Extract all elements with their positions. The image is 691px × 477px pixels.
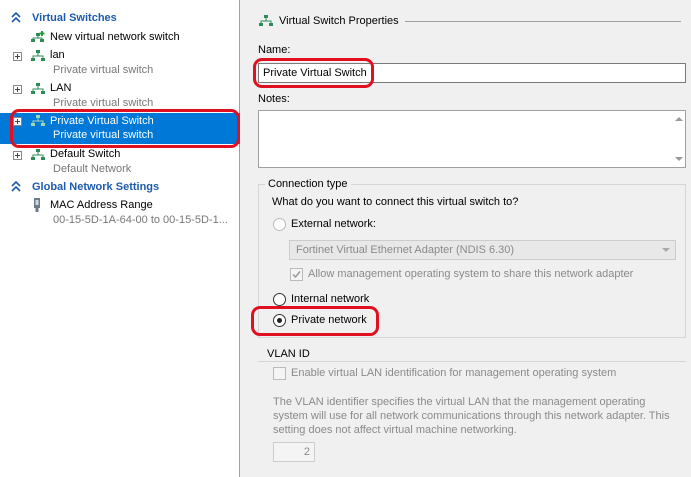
expand-icon[interactable] [13, 151, 22, 160]
tree-item-label: New virtual network switch [50, 31, 180, 43]
network-switch-icon [31, 149, 45, 160]
tree-item-lan[interactable]: lan Private virtual switch [0, 47, 240, 79]
allow-management-label[interactable]: Allow management operating system to sha… [308, 268, 633, 280]
external-network-radio[interactable] [273, 218, 286, 231]
tree-item-sublabel: Private virtual switch [53, 64, 154, 76]
tree-item-label: Private Virtual Switch [50, 115, 154, 127]
name-label: Name: [258, 44, 291, 56]
connection-question: What do you want to connect this virtual… [272, 196, 519, 208]
page-title: Virtual Switch Properties [279, 15, 399, 27]
tree-item-sublabel: Default Network [53, 163, 132, 175]
network-switch-icon [31, 115, 45, 126]
collapse-chevron-icon[interactable] [11, 180, 21, 194]
network-adapter-icon [34, 198, 40, 212]
expand-icon[interactable] [13, 52, 22, 61]
divider [405, 21, 681, 22]
chevron-down-icon [662, 248, 670, 252]
allow-management-checkbox[interactable] [290, 268, 303, 281]
radio-selected-dot [277, 318, 282, 323]
navigation-tree: Virtual Switches New virtual network swi… [0, 0, 240, 477]
group-title: Connection type [265, 178, 351, 190]
tree-item-sublabel: Private virtual switch [53, 129, 154, 141]
tree-item-label: lan [50, 49, 65, 61]
tree-item-private-virtual-switch[interactable]: Private Virtual Switch Private virtual s… [0, 113, 240, 144]
tree-item-sublabel: Private virtual switch [53, 97, 154, 109]
virtual-switches-header[interactable]: Virtual Switches [0, 10, 240, 27]
enable-vlan-label[interactable]: Enable virtual LAN identification for ma… [291, 367, 616, 379]
private-network-radio[interactable] [273, 314, 286, 327]
name-field[interactable]: Private Virtual Switch [258, 63, 686, 83]
vlan-description: The VLAN identifier specifies the virtua… [273, 396, 670, 436]
notes-field[interactable] [258, 110, 686, 168]
tree-item-new-switch[interactable]: New virtual network switch [0, 29, 240, 46]
tree-item-default-switch[interactable]: Default Switch Default Network [0, 146, 240, 178]
expand-icon[interactable] [13, 85, 22, 94]
tree-item-LAN[interactable]: LAN Private virtual switch [0, 80, 240, 112]
group-title: VLAN ID [267, 348, 310, 360]
collapse-chevron-icon[interactable] [11, 11, 21, 25]
network-switch-icon [31, 83, 45, 94]
tree-item-label: Default Switch [50, 148, 121, 160]
network-switch-icon [31, 50, 45, 61]
tree-item-sublabel: 00-15-5D-1A-64-00 to 00-15-5D-1... [53, 214, 228, 226]
external-network-label[interactable]: External network: [291, 218, 376, 230]
section-title: Virtual Switches [32, 12, 117, 24]
tree-item-mac-address-range[interactable]: MAC Address Range 00-15-5D-1A-64-00 to 0… [0, 197, 240, 229]
dropdown-value: Fortinet Virtual Ethernet Adapter (NDIS … [296, 244, 515, 256]
private-network-label[interactable]: Private network [291, 314, 367, 326]
new-switch-icon [31, 31, 45, 42]
network-adapter-dropdown[interactable]: Fortinet Virtual Ethernet Adapter (NDIS … [289, 240, 676, 260]
scroll-down-icon[interactable] [675, 157, 683, 161]
internal-network-radio[interactable] [273, 293, 286, 306]
expand-icon[interactable] [13, 117, 22, 126]
tree-item-label: LAN [50, 82, 72, 94]
checkmark-icon [292, 271, 301, 279]
notes-label: Notes: [258, 93, 290, 105]
network-switch-icon [259, 15, 273, 26]
divider [258, 361, 686, 362]
enable-vlan-checkbox[interactable] [273, 367, 286, 380]
tree-item-label: MAC Address Range [50, 199, 153, 211]
global-network-settings-header[interactable]: Global Network Settings [0, 179, 240, 196]
section-title: Global Network Settings [32, 181, 160, 193]
internal-network-label[interactable]: Internal network [291, 293, 369, 305]
scroll-up-icon[interactable] [675, 117, 683, 121]
properties-pane: Virtual Switch Properties Name: Private … [245, 0, 691, 477]
vlan-id-field[interactable]: 2 [273, 442, 315, 462]
